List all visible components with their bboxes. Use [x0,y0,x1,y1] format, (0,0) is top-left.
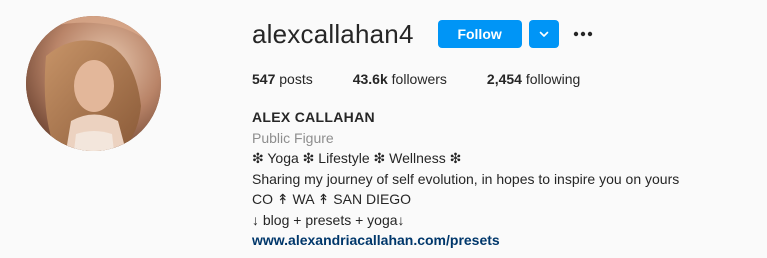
posts-label: posts [279,71,313,87]
followers-label: followers [391,71,447,87]
chevron-down-icon [539,31,548,37]
more-options-icon [573,31,592,37]
followers-stat[interactable]: 43.6k followers [353,70,447,88]
username: alexcallahan4 [252,19,414,49]
following-stat[interactable]: 2,454 following [487,70,580,88]
follow-button[interactable]: Follow [437,20,522,48]
website-link[interactable]: www.alexandriacallahan.com/presets [252,232,500,248]
profile-stats: 547 posts 43.6k followers 2,454 followin… [252,70,620,88]
posts-stat: 547 posts [252,70,313,88]
bio-line: ❇ Yoga ❇ Lifestyle ❇ Wellness ❇ [252,150,462,166]
suggested-dropdown-button[interactable] [528,20,559,48]
following-label: following [525,71,581,87]
full-name: ALEX CALLAHAN [252,109,375,125]
following-count: 2,454 [486,71,522,87]
bio-line: Sharing my journey of self evolution, in… [252,170,680,187]
profile-avatar[interactable] [26,16,161,151]
bio-line: CO ↟ WA ↟ SAN DIEGO [252,191,412,207]
posts-count: 547 [252,71,276,87]
more-options-button[interactable] [569,20,597,48]
followers-count: 43.6k [352,71,388,87]
avatar-photo [26,16,161,151]
bio-line: ↓ blog + presets + yoga↓ [252,211,405,228]
profile-header: alexcallahan4 Follow 547 posts 43.6k fol… [0,0,767,258]
profile-top-row: alexcallahan4 Follow [252,18,597,50]
profile-bio: ALEX CALLAHAN Public Figure ❇ Yoga ❇ Lif… [252,107,679,251]
category-label: Public Figure [252,129,334,146]
